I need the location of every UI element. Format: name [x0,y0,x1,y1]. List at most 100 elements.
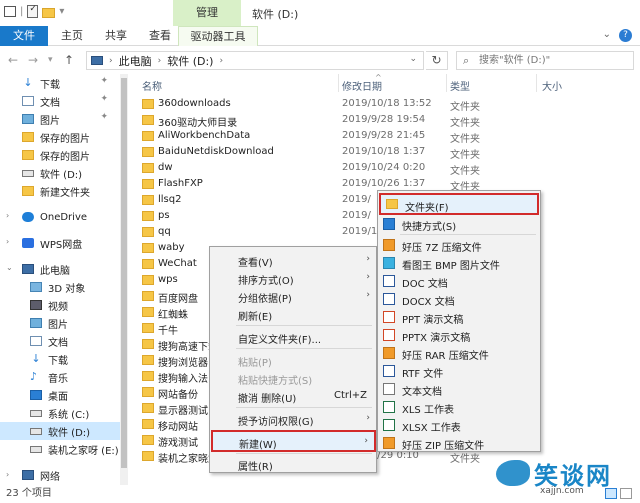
nav-item[interactable]: 软件 (D:) [0,164,120,182]
menu-item-new[interactable]: 新建(W) › [211,430,376,452]
new-item-7z[interactable]: 好压 7Z 压缩文件 [378,236,540,254]
nav-item[interactable]: 桌面 [0,386,120,404]
window-icon[interactable] [4,6,16,17]
new-item-txt[interactable]: 文本文档 [378,380,540,398]
menu-item-sort[interactable]: 排序方式(O) › [210,269,376,287]
column-divider[interactable] [536,74,537,92]
address-dropdown-icon[interactable]: ⌄ [409,54,417,64]
submenu-arrow-icon: › [366,272,370,282]
new-item-pptx[interactable]: PPTX 演示文稿 [378,326,540,344]
nav-item-network[interactable]: 网络 [0,466,120,484]
new-item-xls[interactable]: XLS 工作表 [378,398,540,416]
column-divider[interactable] [338,74,339,92]
file-date: 2019/10/18 13:52 [342,98,432,109]
recent-dropdown-icon[interactable]: ▾ [48,55,53,65]
folder-icon [386,199,398,209]
file-name: WeChat [158,258,197,269]
new-item-rar[interactable]: 好压 RAR 压缩文件 [378,344,540,362]
column-date[interactable]: 修改日期 [342,78,382,93]
new-item-xlsx[interactable]: XLSX 工作表 [378,416,540,434]
file-row[interactable]: 360驱动大师目录 2019/9/28 19:54 文件夹 [130,112,634,129]
nav-item[interactable]: 文档 [0,332,120,350]
breadcrumb-drive[interactable]: 软件 (D:) [167,53,213,69]
nav-item[interactable]: 保存的图片 [0,128,120,146]
new-item-rtf[interactable]: RTF 文件 [378,362,540,380]
new-item-docx[interactable]: DOCX 文档 [378,290,540,308]
menu-item-group[interactable]: 分组依据(P) › [210,287,376,305]
nav-item[interactable]: 装机之家呀 (E:) [0,440,120,458]
forward-arrow-icon[interactable]: → [28,53,38,67]
breadcrumb-root[interactable]: 此电脑 [119,53,152,69]
folder-icon [142,131,154,141]
new-folder-icon[interactable] [42,7,56,18]
nav-item-wps[interactable]: WPS网盘 [0,234,120,252]
nav-item[interactable]: 保存的图片 [0,146,120,164]
properties-icon[interactable] [27,4,39,18]
column-size[interactable]: 大小 [542,78,562,93]
nav-item[interactable]: 文档 ✦ [0,92,120,110]
breadcrumb-chevron-icon[interactable]: › [219,56,223,66]
back-arrow-icon[interactable]: ← [8,53,18,67]
nav-item-this-pc[interactable]: 此电脑 [0,260,120,278]
ribbon-expand-icon[interactable]: ⌄ [603,29,611,42]
nav-scrollbar-thumb[interactable] [121,78,127,468]
nav-item[interactable]: 3D 对象 [0,278,120,296]
nav-scrollbar[interactable] [120,74,128,485]
column-divider[interactable] [446,74,447,92]
qat-dropdown-icon[interactable]: ▾ [59,6,64,17]
new-item-zip[interactable]: 好压 ZIP 压缩文件 [378,434,540,452]
nav-item-label: 装机之家呀 (E:) [48,445,119,457]
tab-home[interactable]: 主页 [52,26,92,46]
nav-item[interactable]: 视频 [0,296,120,314]
file-row[interactable]: BaiduNetdiskDownload 2019/10/18 1:37 文件夹 [130,144,634,161]
file-row[interactable]: dw 2019/10/24 0:20 文件夹 [130,160,634,177]
folder-icon [142,259,154,269]
nav-item[interactable]: ↓ 下载 [0,350,120,368]
column-name[interactable]: 名称 [142,78,162,93]
manage-tab[interactable]: 管理 [173,0,241,26]
menu-item-properties[interactable]: 属性(R) [210,455,376,473]
download-icon: ↓ [31,352,41,365]
new-item-folder[interactable]: 文件夹(F) [379,193,539,215]
help-icon[interactable]: ? [619,29,632,42]
column-type[interactable]: 类型 [450,78,470,93]
nav-item[interactable]: 图片 ✦ [0,110,120,128]
menu-item-paste-shortcut[interactable]: 粘贴快捷方式(S) [210,369,376,387]
new-item-ppt[interactable]: PPT 演示文稿 [378,308,540,326]
new-item-shortcut[interactable]: 快捷方式(S) [378,215,540,233]
nav-item-selected[interactable]: 软件 (D:) [0,422,120,440]
tab-share[interactable]: 共享 [96,26,136,46]
folder-icon [142,291,154,301]
refresh-icon[interactable]: ↻ [426,51,448,70]
search-input[interactable]: ⌕ 搜索"软件 (D:)" [456,51,634,70]
tab-view[interactable]: 查看 [140,26,180,46]
folder-icon [142,403,154,413]
menu-item-view[interactable]: 查看(V) › [210,251,376,269]
breadcrumb-chevron-icon[interactable]: › [158,56,162,66]
new-item-doc[interactable]: DOC 文档 [378,272,540,290]
file-date: 2019/9/28 19:54 [342,114,426,125]
menu-item-grant-access[interactable]: 授予访问权限(G) › [210,410,376,428]
file-row[interactable]: 360downloads 2019/10/18 13:52 文件夹 [130,96,634,113]
menu-item-refresh[interactable]: 刷新(E) [210,305,376,323]
new-item-bmp[interactable]: 看图王 BMP 图片文件 [378,254,540,272]
nav-item-label: 网络 [40,471,60,483]
file-row[interactable]: AliWorkbenchData 2019/9/28 21:45 文件夹 [130,128,634,145]
up-arrow-icon[interactable]: ↑ [64,53,74,67]
nav-item[interactable]: 系统 (C:) [0,404,120,422]
menu-item-undo-delete[interactable]: 撤消 删除(U) Ctrl+Z [210,387,376,405]
menu-item-paste[interactable]: 粘贴(P) [210,351,376,369]
computer-icon [22,264,34,274]
menu-item-customize[interactable]: 自定义文件夹(F)... [210,328,376,346]
nav-item[interactable]: 新建文件夹 [0,182,120,200]
address-bar[interactable]: › 此电脑 › 软件 (D:) › ⌄ [86,51,424,70]
tab-file[interactable]: 文件 [0,26,48,46]
nav-item-label: 文档 [48,337,68,349]
tab-drive-tools[interactable]: 驱动器工具 [178,26,258,46]
nav-item[interactable]: ↓ 下载 ✦ [0,74,120,92]
nav-item[interactable]: ♪ 音乐 [0,368,120,386]
drive-icon [30,427,42,435]
breadcrumb-chevron-icon[interactable]: › [109,56,113,66]
nav-item-onedrive[interactable]: OneDrive [0,208,120,226]
nav-item[interactable]: 图片 [0,314,120,332]
